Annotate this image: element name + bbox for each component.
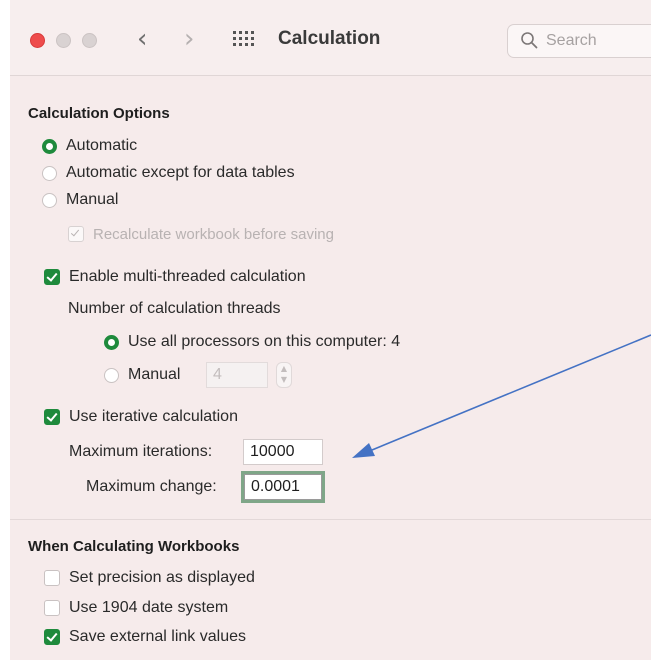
radio-automatic-label: Automatic xyxy=(66,137,138,154)
stepper-down-icon[interactable]: ▼ xyxy=(277,374,291,385)
multithreaded-label: Enable multi-threaded calculation xyxy=(69,268,306,285)
external-links-label: Save external link values xyxy=(69,628,246,645)
stepper-up-icon[interactable]: ▲ xyxy=(277,363,291,374)
manual-threads-field[interactable] xyxy=(206,362,268,388)
radio-manual-threads[interactable]: Manual xyxy=(104,364,180,386)
preferences-window: ‹ › Calculation Calculation Options Auto… xyxy=(10,0,651,660)
back-button[interactable]: ‹ xyxy=(137,24,147,54)
date-system-label: Use 1904 date system xyxy=(69,599,229,616)
recalculate-checkbox xyxy=(68,226,84,242)
recalculate-label: Recalculate workbook before saving xyxy=(93,225,334,243)
radio-button[interactable] xyxy=(42,165,57,181)
close-window-button[interactable] xyxy=(30,33,45,48)
external-links-checkbox-row[interactable]: Save external link values xyxy=(44,626,246,648)
radio-button[interactable] xyxy=(42,192,57,208)
radio-all-processors-label: Use all processors on this computer: 4 xyxy=(128,333,401,350)
minimize-window-button[interactable] xyxy=(56,33,71,48)
calculation-options-heading: Calculation Options xyxy=(28,105,170,122)
multithreaded-checkbox[interactable] xyxy=(44,269,60,285)
iterative-label: Use iterative calculation xyxy=(69,408,238,425)
precision-label: Set precision as displayed xyxy=(69,569,255,586)
radio-button-selected[interactable] xyxy=(42,138,57,154)
radio-button-selected[interactable] xyxy=(104,334,119,350)
iterative-checkbox-row[interactable]: Use iterative calculation xyxy=(44,406,238,428)
recalculate-before-saving-checkbox-row: Recalculate workbook before saving xyxy=(68,223,334,245)
radio-automatic-except-tables[interactable]: Automatic except for data tables xyxy=(42,162,295,184)
max-change-field[interactable] xyxy=(244,474,322,500)
radio-all-processors[interactable]: Use all processors on this computer: 4 xyxy=(104,331,400,353)
date-system-checkbox[interactable] xyxy=(44,600,60,616)
multithreaded-checkbox-row[interactable]: Enable multi-threaded calculation xyxy=(44,266,306,288)
radio-manual-calculation-label: Manual xyxy=(66,191,119,208)
window-title: Calculation xyxy=(278,28,381,49)
radio-automatic[interactable]: Automatic xyxy=(42,135,137,157)
precision-checkbox-row[interactable]: Set precision as displayed xyxy=(44,567,255,589)
precision-checkbox[interactable] xyxy=(44,570,60,586)
max-change-label: Maximum change: xyxy=(86,478,217,495)
radio-manual-threads-label: Manual xyxy=(128,366,181,383)
title-bar: ‹ › Calculation xyxy=(10,0,651,76)
threads-stepper[interactable]: ▲ ▼ xyxy=(276,362,292,388)
zoom-window-button[interactable] xyxy=(82,33,97,48)
radio-automatic-except-tables-label: Automatic except for data tables xyxy=(66,164,295,181)
external-links-checkbox[interactable] xyxy=(44,629,60,645)
threads-label: Number of calculation threads xyxy=(68,300,281,317)
max-iterations-label: Maximum iterations: xyxy=(69,443,213,460)
search-box[interactable] xyxy=(507,24,651,58)
show-all-grid-icon[interactable] xyxy=(232,30,256,48)
radio-button[interactable] xyxy=(104,367,119,383)
iterative-checkbox[interactable] xyxy=(44,409,60,425)
search-input[interactable] xyxy=(546,31,651,51)
section-divider xyxy=(10,519,651,520)
search-icon xyxy=(521,32,538,49)
workbooks-heading: When Calculating Workbooks xyxy=(28,538,240,555)
max-iterations-field[interactable] xyxy=(243,439,323,465)
radio-manual-calculation[interactable]: Manual xyxy=(42,189,118,211)
forward-button[interactable]: › xyxy=(184,24,194,54)
date-system-checkbox-row[interactable]: Use 1904 date system xyxy=(44,597,228,619)
